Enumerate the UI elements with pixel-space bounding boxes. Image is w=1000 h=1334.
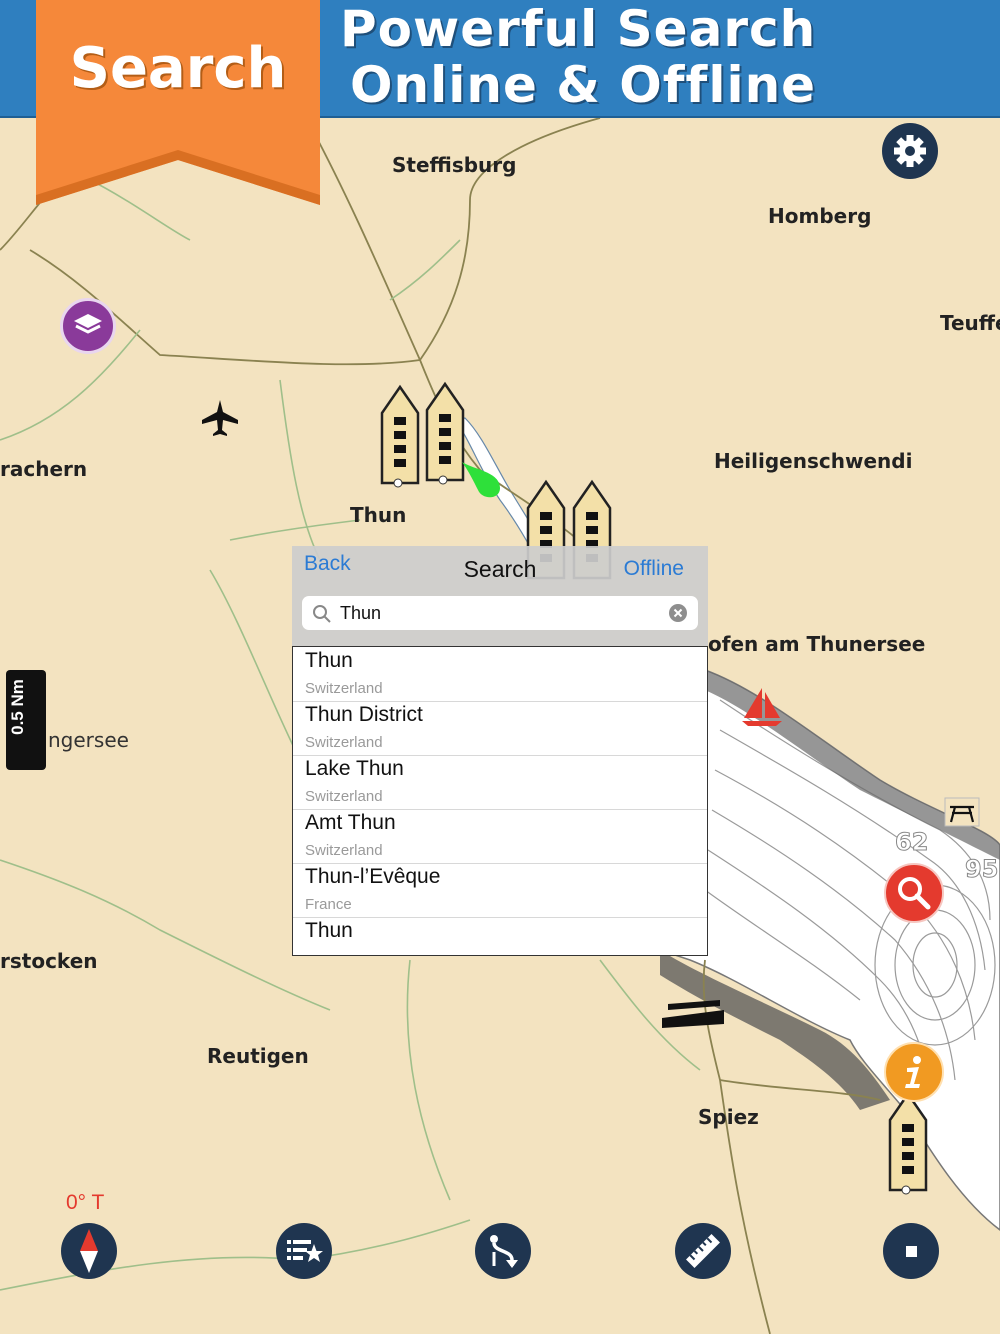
search-field[interactable] (302, 596, 698, 630)
tower-marker-1[interactable] (380, 384, 420, 488)
route-icon (490, 1235, 518, 1268)
back-button[interactable]: Back (304, 552, 351, 576)
place-label-heiligenschwendi: Heiligenschwendi (714, 449, 913, 473)
stop-button[interactable] (883, 1223, 939, 1279)
search-ribbon (36, 0, 320, 205)
info-button[interactable] (884, 1042, 944, 1102)
place-label-spiez: Spiez (698, 1105, 759, 1129)
result-country: Switzerland (305, 842, 383, 859)
favorites-button[interactable] (276, 1223, 332, 1279)
headline-line-1: Powerful Search (340, 0, 817, 58)
heading-label: 0° T (66, 1191, 105, 1214)
place-label-homberg: Homberg (768, 204, 872, 228)
result-name: Thun (305, 649, 353, 672)
compass-button[interactable] (61, 1223, 117, 1279)
layers-button[interactable] (60, 298, 116, 354)
place-label-ngersee: ngersee (48, 728, 129, 752)
search-result-item[interactable]: Amt Thun Switzerland (293, 809, 707, 864)
place-label-rachern: rachern (0, 457, 88, 481)
scale-bar: 0.5 Nm (6, 670, 46, 770)
result-name: Lake Thun (305, 757, 404, 780)
place-label-thun: Thun (350, 503, 407, 527)
place-label-hofen: ofen am Thunersee (708, 632, 926, 656)
stop-icon (906, 1246, 917, 1257)
result-country: Switzerland (305, 788, 383, 805)
result-name: Thun (305, 919, 353, 942)
compass-icon (80, 1229, 98, 1273)
clear-search-button[interactable] (669, 604, 687, 622)
offline-button[interactable]: Offline (624, 557, 684, 581)
airport-icon (202, 400, 238, 436)
result-name: Amt Thun (305, 811, 396, 834)
favorites-list-icon (287, 1240, 323, 1262)
result-country: Switzerland (305, 680, 383, 697)
ribbon-label: Search (69, 36, 287, 101)
place-label-reutigen: Reutigen (207, 1044, 309, 1068)
result-name: Thun District (305, 703, 423, 726)
search-result-item[interactable]: Thun District Switzerland (293, 701, 707, 756)
result-country: Switzerland (305, 734, 383, 751)
ruler-icon (686, 1234, 720, 1268)
measure-button[interactable] (675, 1223, 731, 1279)
depth-label: 62 (894, 828, 929, 857)
magnifier-icon (898, 877, 931, 910)
clear-icon (673, 608, 683, 618)
search-result-item[interactable]: Lake Thun Switzerland (293, 755, 707, 810)
search-panel: Search Back Offline Thun Switzerland Thu… (292, 546, 708, 956)
search-result-item[interactable]: Thun-l’Evêque France (293, 863, 707, 918)
depth-label: 95 (964, 855, 999, 884)
gear-icon (894, 135, 926, 167)
scale-label: 0.5 Nm (8, 679, 27, 735)
settings-button[interactable] (882, 123, 938, 179)
route-button[interactable] (475, 1223, 531, 1279)
picnic-icon (944, 797, 980, 827)
result-name: Thun-l’Evêque (305, 865, 441, 888)
place-label-steffisburg: Steffisburg (392, 153, 517, 177)
headline-line-2: Online & Offline (350, 56, 817, 114)
search-result-item[interactable]: Thun (293, 917, 707, 955)
search-input[interactable] (340, 596, 660, 630)
result-country: France (305, 896, 352, 913)
search-result-item[interactable]: Thun Switzerland (293, 647, 707, 702)
info-icon (905, 1056, 921, 1088)
search-map-button[interactable] (884, 863, 944, 923)
search-panel-header: Search Back Offline (292, 546, 708, 646)
search-icon (313, 605, 331, 623)
layers-icon (74, 314, 102, 334)
search-results-list[interactable]: Thun Switzerland Thun District Switzerla… (292, 646, 708, 956)
place-label-teuffenthal: Teuffe (940, 311, 1000, 335)
tower-marker-2[interactable] (425, 381, 465, 485)
place-label-rstocken: rstocken (0, 949, 98, 973)
jetty-icon (662, 1000, 724, 1028)
